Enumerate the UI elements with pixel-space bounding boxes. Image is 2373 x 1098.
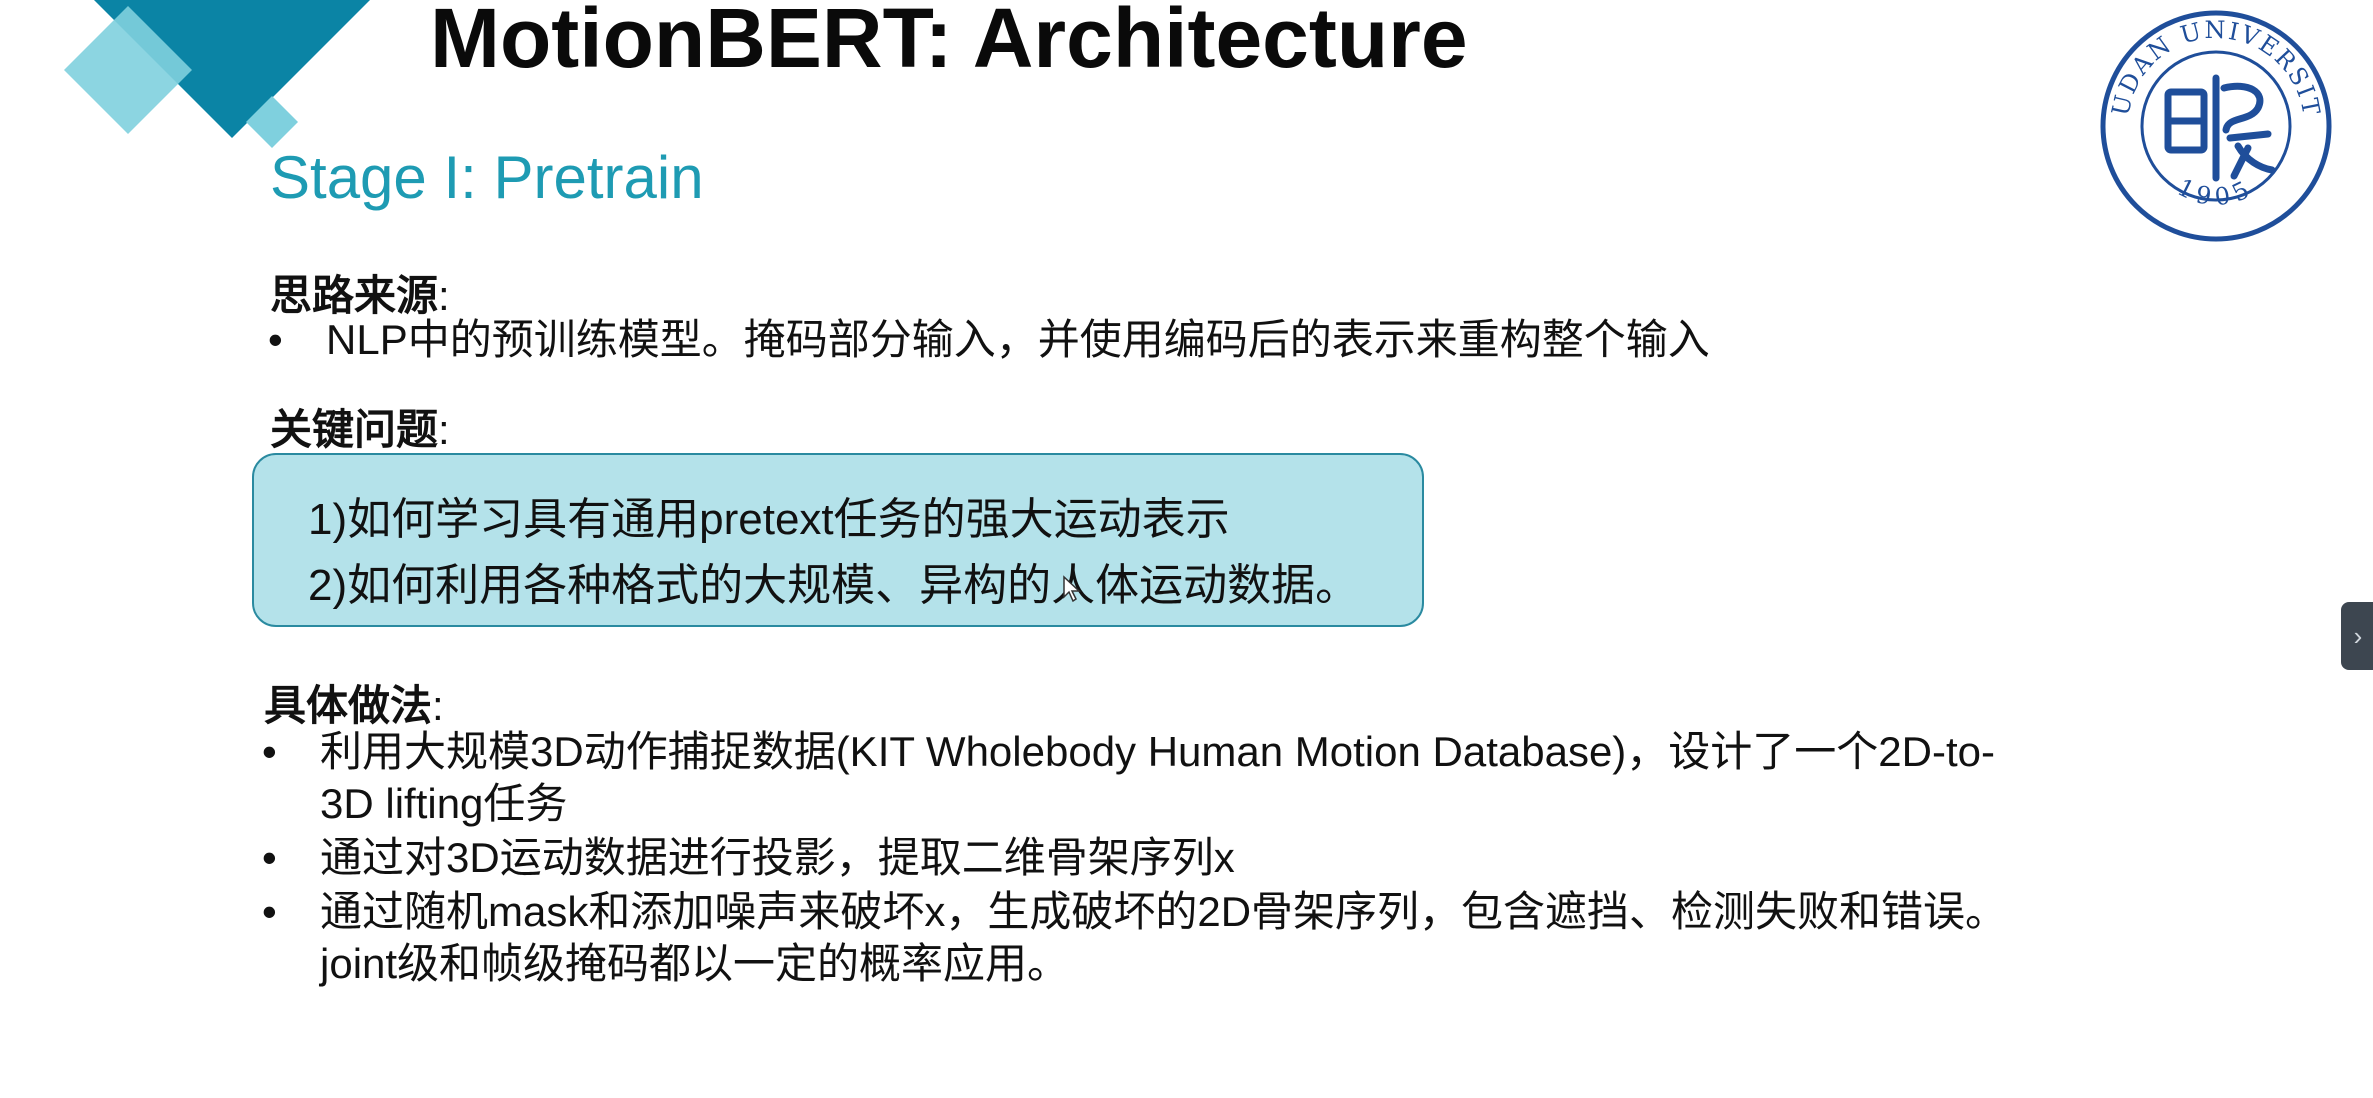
bullet-text-line: joint级和帧级掩码都以一定的概率应用。 [320,940,1070,987]
bullet-glyph: • [262,728,277,775]
list-item: • NLP中的预训练模型。掩码部分输入，并使用编码后的表示来重构整个输入 [268,314,1710,366]
key-questions-box: 1)如何学习具有通用pretext任务的强大运动表示 2)如何利用各种格式的大规… [252,453,1424,627]
seal-text-top: FUDAN UNIVERSITY [2098,8,2324,119]
fudan-university-seal: FUDAN UNIVERSITY 1905 [2098,8,2332,242]
slide-title: MotionBERT: Architecture [430,0,1468,85]
bullet-text-line: 通过随机mask和添加噪声来破坏x，生成破坏的2D骨架序列，包含遮挡、检测失败和… [320,888,2008,935]
section-heading-method: 具体做法: [264,672,444,733]
mouse-cursor-icon [1063,575,1081,603]
slide-subtitle: Stage I: Pretrain [270,144,704,211]
bullet-glyph: • [262,834,277,881]
heading-colon: : [432,682,444,729]
bullet-glyph: • [262,888,277,935]
section-heading-text: 关键问题 [270,406,439,453]
section-heading-key-questions: 关键问题: [270,396,450,457]
heading-colon: : [438,406,450,453]
list-item: • 通过对3D运动数据进行投影，提取二维骨架序列x [262,832,1235,884]
key-question-2: 2)如何利用各种格式的大规模、异构的人体运动数据。 [308,561,1360,610]
bullet-glyph: • [268,316,283,363]
corner-decoration [64,0,370,148]
bullet-text-line: 利用大规模3D动作捕捉数据(KIT Wholebody Human Motion… [320,728,1995,775]
chevron-right-icon: › [2353,621,2363,651]
bullet-text-line: 通过对3D运动数据进行投影，提取二维骨架序列x [320,834,1235,881]
seal-emblem [2164,74,2276,182]
section-heading-text: 具体做法 [264,682,433,729]
sidebar-toggle-button[interactable]: › [2341,602,2373,670]
svg-text:FUDAN UNIVERSITY: FUDAN UNIVERSITY [2098,8,2326,119]
list-item: • 利用大规模3D动作捕捉数据(KIT Wholebody Human Moti… [262,726,1995,827]
heading-colon: : [438,272,450,319]
list-item: • 通过随机mask和添加噪声来破坏x，生成破坏的2D骨架序列，包含遮挡、检测失… [262,886,2007,987]
bullet-text: NLP中的预训练模型。掩码部分输入，并使用编码后的表示来重构整个输入 [326,316,1710,363]
section-heading-text: 思路来源 [270,272,439,319]
key-question-1: 1)如何学习具有通用pretext任务的强大运动表示 [308,495,1230,544]
bullet-text-line: 3D lifting任务 [320,780,568,827]
